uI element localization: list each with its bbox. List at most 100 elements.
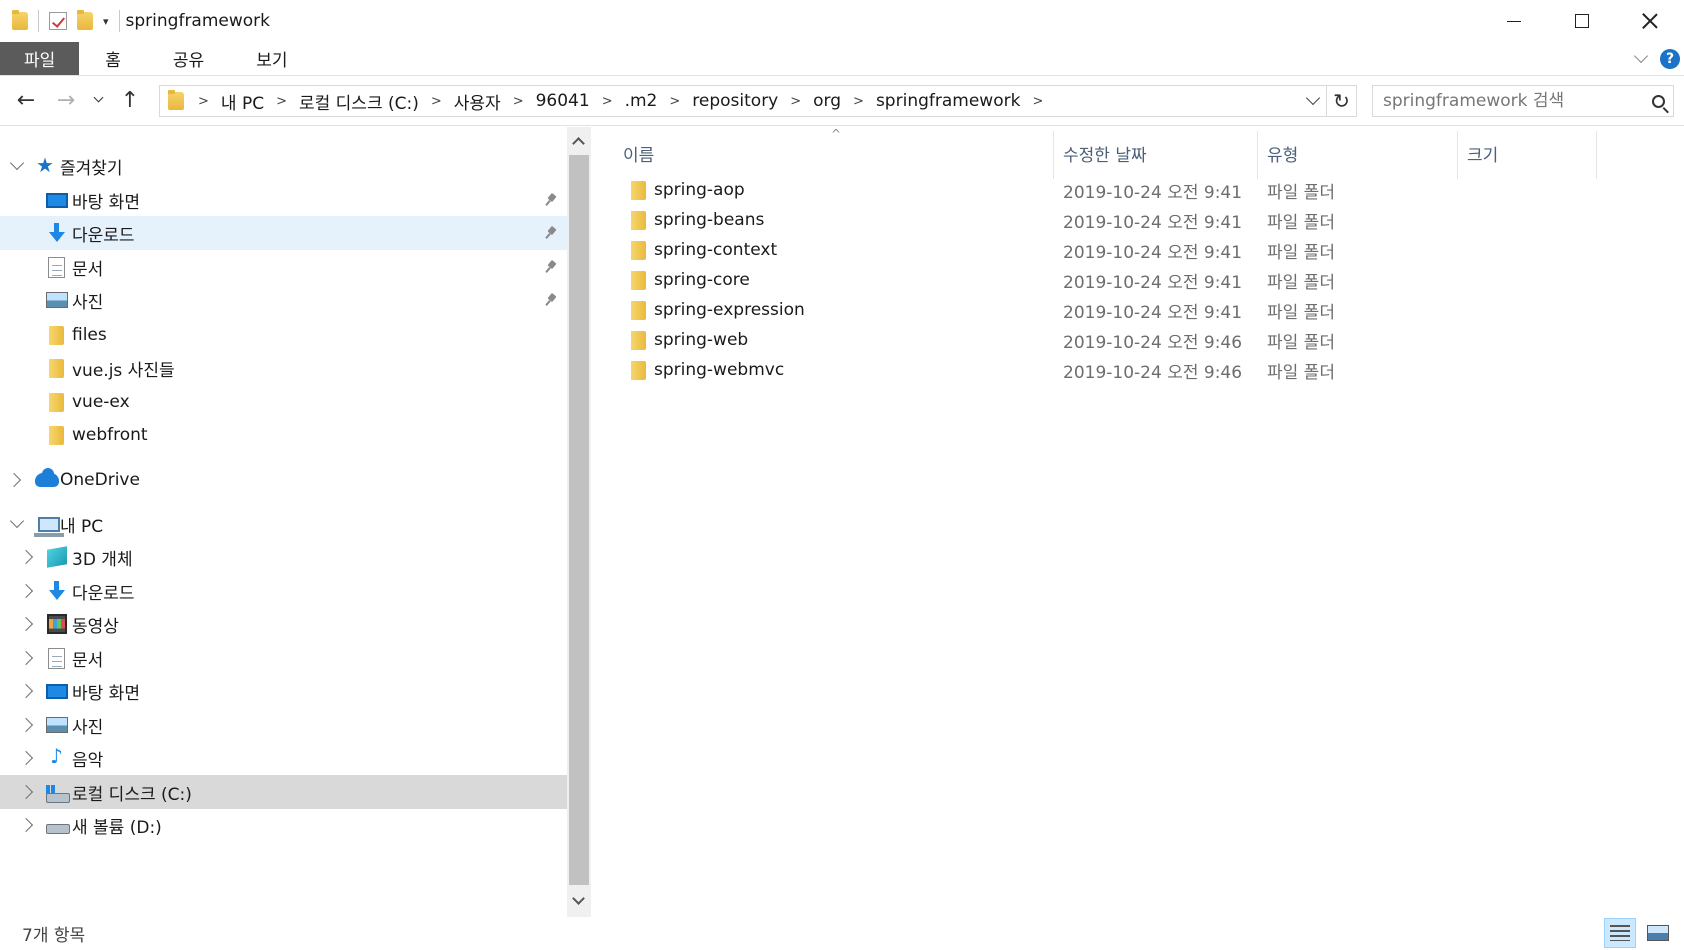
tree-label: 문서 [72,259,104,280]
expand-chevron-icon[interactable] [18,549,34,565]
breadcrumb-item[interactable]: org [809,91,845,111]
breadcrumb: > 내 PC > 로컬 디스크 (C:) > 사용자 > 96041 > .m2… [160,89,1300,114]
breadcrumb-item[interactable]: springframework [872,91,1024,111]
file-type: 파일 폴더 [1267,362,1335,383]
file-row[interactable]: spring-core 2019-10-24 오전 9:41 파일 폴더 [591,265,1391,295]
sidebar-item-desktop[interactable]: 바탕 화면 [0,183,567,217]
scroll-thumb[interactable] [569,155,589,885]
forward-button[interactable]: → [46,81,86,121]
collapse-chevron-icon[interactable] [9,513,25,529]
column-divider[interactable] [1596,131,1597,179]
expand-ribbon-icon[interactable] [1633,48,1649,64]
sidebar-item-videos[interactable]: 동영상 [0,607,567,641]
expand-chevron-icon[interactable] [18,750,34,766]
file-row[interactable]: spring-web 2019-10-24 오전 9:46 파일 폴더 [591,325,1391,355]
chevron-right-icon[interactable]: > [661,94,688,109]
close-button[interactable] [1616,0,1684,42]
column-header-size[interactable]: 크기 [1467,127,1587,179]
details-view-button[interactable] [1604,918,1636,948]
maximize-button[interactable] [1548,0,1616,42]
sidebar-item-files[interactable]: files [0,318,567,352]
chevron-right-icon[interactable]: > [190,94,217,109]
file-list-pane: ^ 이름 수정한 날짜 유형 크기 spring-aop 2019-10-24 … [591,127,1684,917]
expand-chevron-icon[interactable] [18,817,34,833]
breadcrumb-item[interactable]: 사용자 [450,89,505,114]
tab-share[interactable]: 공유 [147,42,230,75]
column-divider[interactable] [1053,131,1054,179]
expand-chevron-icon[interactable] [18,683,34,699]
scroll-up-icon[interactable] [572,137,585,150]
expand-chevron-icon[interactable] [18,717,34,733]
sidebar-item-pc-pictures[interactable]: 사진 [0,708,567,742]
address-bar[interactable]: > 내 PC > 로컬 디스크 (C:) > 사용자 > 96041 > .m2… [159,85,1357,117]
tree-quick-access[interactable]: ★ 즐겨찾기 [0,149,567,183]
sidebar-item-volume-d[interactable]: 새 볼륨 (D:) [0,808,567,842]
chevron-right-icon[interactable]: > [845,94,872,109]
tab-file[interactable]: 파일 [0,42,80,75]
search-input[interactable] [1373,87,1643,115]
file-row[interactable]: spring-beans 2019-10-24 오전 9:41 파일 폴더 [591,205,1391,235]
file-type: 파일 폴더 [1267,212,1335,233]
column-header-date[interactable]: 수정한 날짜 [1063,127,1253,179]
sidebar-item-documents[interactable]: 문서 [0,250,567,284]
refresh-button[interactable]: ↻ [1326,86,1356,116]
collapse-chevron-icon[interactable] [9,155,25,171]
file-row[interactable]: spring-aop 2019-10-24 오전 9:41 파일 폴더 [591,175,1391,205]
breadcrumb-item[interactable]: repository [688,91,782,111]
expand-chevron-icon[interactable] [18,784,34,800]
column-divider[interactable] [1457,131,1458,179]
expand-chevron-icon[interactable] [18,650,34,666]
tree-this-pc[interactable]: 내 PC [0,507,567,541]
file-name: spring-expression [654,300,805,320]
file-row[interactable]: spring-webmvc 2019-10-24 오전 9:46 파일 폴더 [591,355,1391,385]
column-header-type[interactable]: 유형 [1267,127,1447,179]
recent-locations-button[interactable] [86,81,110,121]
tab-view[interactable]: 보기 [230,42,313,75]
minimize-button[interactable] [1480,0,1548,42]
tab-home[interactable]: 홈 [79,42,147,75]
file-row[interactable]: spring-expression 2019-10-24 오전 9:41 파일 … [591,295,1391,325]
column-header-name[interactable]: 이름 [623,127,1013,179]
chevron-right-icon[interactable]: > [505,94,532,109]
customize-toolbar-arrow-icon[interactable]: ▾ [103,15,109,28]
expand-chevron-icon[interactable] [6,472,22,488]
breadcrumb-item[interactable]: .m2 [621,91,662,111]
help-icon[interactable]: ? [1660,49,1680,69]
breadcrumb-item[interactable]: 내 PC [217,89,268,114]
chevron-right-icon[interactable]: > [268,94,295,109]
document-icon [48,256,65,278]
new-folder-icon[interactable] [77,10,93,30]
up-button[interactable]: ↑ [110,81,150,121]
sidebar-item-pc-desktop[interactable]: 바탕 화면 [0,674,567,708]
tree-onedrive[interactable]: OneDrive [0,463,567,497]
sidebar-item-pictures[interactable]: 사진 [0,283,567,317]
sidebar-item-3d-objects[interactable]: 3D 개체 [0,540,567,574]
sidebar-item-downloads[interactable]: 다운로드 [0,216,567,250]
expand-chevron-icon[interactable] [18,616,34,632]
chevron-right-icon[interactable]: > [782,94,809,109]
breadcrumb-item[interactable]: 96041 [532,91,594,111]
sidebar-item-local-disk-c[interactable]: 로컬 디스크 (C:) [0,775,567,809]
breadcrumb-item[interactable]: 로컬 디스크 (C:) [295,89,423,114]
chevron-right-icon[interactable]: > [423,94,450,109]
file-date: 2019-10-24 오전 9:41 [1063,302,1243,323]
chevron-right-icon[interactable]: > [1024,94,1051,109]
back-button[interactable]: ← [6,81,46,121]
search-button[interactable] [1643,94,1673,108]
sidebar-scrollbar[interactable] [567,127,591,917]
chevron-right-icon[interactable]: > [594,94,621,109]
file-row[interactable]: spring-context 2019-10-24 오전 9:41 파일 폴더 [591,235,1391,265]
status-bar: 7개 항목 [0,917,1684,950]
sidebar-item-music[interactable]: ♪ 음악 [0,741,567,775]
sidebar-item-pc-downloads[interactable]: 다운로드 [0,574,567,608]
large-icons-view-button[interactable] [1642,918,1674,948]
address-history-button[interactable] [1300,90,1326,106]
sidebar-item-vuejs-photos[interactable]: vue.js 사진들 [0,351,567,385]
column-divider[interactable] [1257,131,1258,179]
expand-chevron-icon[interactable] [18,583,34,599]
properties-icon[interactable] [49,12,67,30]
sidebar-item-webfront[interactable]: webfront [0,418,567,452]
sidebar-item-pc-documents[interactable]: 문서 [0,641,567,675]
sidebar-item-vue-ex[interactable]: vue-ex [0,385,567,419]
scroll-down-icon[interactable] [572,892,585,905]
